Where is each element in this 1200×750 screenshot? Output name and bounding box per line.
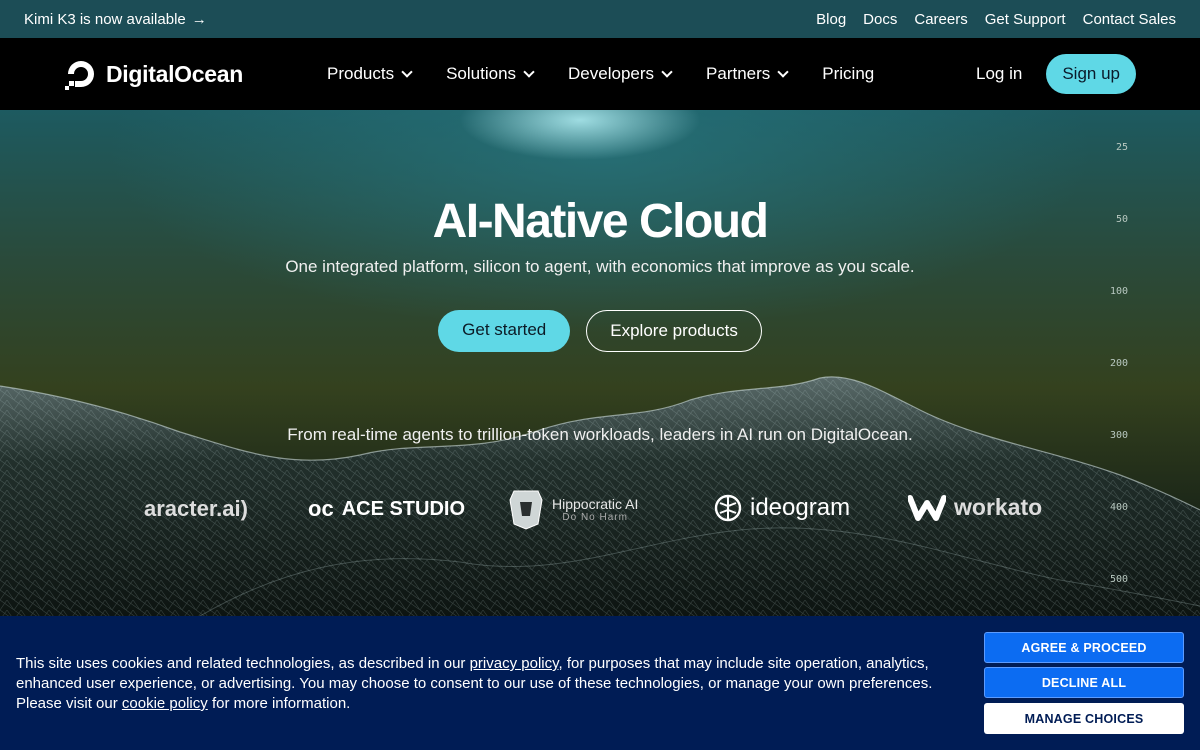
explore-products-button[interactable]: Explore products bbox=[586, 310, 762, 352]
nav-menu: Products Solutions Developers Partners P… bbox=[327, 64, 874, 84]
get-started-button[interactable]: Get started bbox=[438, 310, 571, 352]
chevron-down-icon bbox=[401, 65, 413, 78]
nav-developers-label: Developers bbox=[568, 64, 655, 83]
workato-wordmark: workato bbox=[954, 494, 1043, 520]
cookie-text-part: This site uses cookies and related techn… bbox=[16, 655, 470, 672]
hippocratic-text-block: Hippocratic AI Do No Harm bbox=[552, 496, 638, 523]
announcement-text: Kimi K3 is now available bbox=[24, 10, 186, 28]
blog-link[interactable]: Blog bbox=[816, 11, 846, 28]
nav-actions: Log in Sign up bbox=[976, 54, 1136, 94]
workato-logo: workato bbox=[908, 494, 1042, 521]
ace-studio-wordmark: ACE STUDIO bbox=[341, 497, 466, 520]
mountain-mesh-graphic bbox=[0, 376, 1200, 616]
character-ai-logo: aracter.ai) bbox=[144, 496, 248, 522]
cookie-text: This site uses cookies and related techn… bbox=[16, 654, 936, 714]
cookie-policy-link[interactable]: cookie policy bbox=[122, 695, 208, 712]
ideogram-logo: ideogram bbox=[714, 494, 850, 522]
nav-products-label: Products bbox=[327, 64, 395, 83]
docs-link[interactable]: Docs bbox=[863, 11, 897, 28]
cookie-text-part: for more information. bbox=[207, 695, 351, 712]
chevron-down-icon bbox=[661, 65, 673, 78]
contact-sales-link[interactable]: Contact Sales bbox=[1083, 11, 1176, 28]
announcement-link[interactable]: Kimi K3 is now available → bbox=[24, 11, 207, 28]
decline-all-button[interactable]: DECLINE ALL bbox=[984, 667, 1184, 698]
arrow-right-icon: → bbox=[191, 10, 207, 28]
nav-partners[interactable]: Partners bbox=[706, 64, 789, 84]
nav-products[interactable]: Products bbox=[327, 64, 413, 84]
nav-partners-label: Partners bbox=[706, 64, 771, 83]
customer-logos: aracter.ai) oc ACE STUDIO Hippocratic AI… bbox=[0, 486, 1200, 536]
nav-pricing-label: Pricing bbox=[822, 64, 875, 83]
scale-label: 500 bbox=[1109, 574, 1128, 585]
character-ai-wordmark: aracter.ai) bbox=[144, 496, 248, 521]
ace-studio-logo: oc ACE STUDIO bbox=[308, 496, 465, 522]
logo-text: DigitalOcean bbox=[106, 60, 243, 87]
ideogram-brain-icon bbox=[714, 494, 742, 522]
leaders-text: From real-time agents to trillion-token … bbox=[287, 425, 913, 444]
nav-solutions[interactable]: Solutions bbox=[446, 64, 535, 84]
announcement-bar: Kimi K3 is now available → Blog Docs Car… bbox=[0, 0, 1200, 38]
hippocratic-shield-icon bbox=[509, 490, 543, 530]
main-nav: DigitalOcean Products Solutions Develope… bbox=[0, 38, 1200, 110]
hippocratic-wordmark: Hippocratic AI bbox=[552, 495, 639, 512]
scale-label: 100 bbox=[1109, 286, 1128, 297]
digitalocean-logo-icon bbox=[65, 61, 94, 90]
hero-title: AI-Native Cloud bbox=[432, 195, 769, 248]
chevron-down-icon bbox=[777, 65, 789, 78]
ace-studio-mark-icon: oc bbox=[308, 496, 334, 521]
workato-w-icon bbox=[908, 494, 946, 521]
careers-link[interactable]: Careers bbox=[914, 11, 967, 28]
hero-section: 25 50 100 200 300 400 500 AI-Native Clou… bbox=[0, 110, 1200, 616]
scale-label: 200 bbox=[1109, 358, 1128, 369]
manage-choices-button[interactable]: MANAGE CHOICES bbox=[984, 703, 1184, 734]
privacy-policy-link[interactable]: privacy policy bbox=[470, 655, 559, 672]
agree-proceed-button[interactable]: AGREE & PROCEED bbox=[984, 632, 1184, 663]
scale-label: 25 bbox=[1115, 142, 1128, 153]
nav-pricing[interactable]: Pricing bbox=[822, 64, 874, 84]
hippocratic-ai-logo: Hippocratic AI Do No Harm bbox=[508, 488, 638, 530]
hero-cta-group: Get started Explore products bbox=[0, 310, 1200, 352]
hippocratic-tagline: Do No Harm bbox=[562, 511, 628, 523]
utility-links: Blog Docs Careers Get Support Contact Sa… bbox=[816, 11, 1176, 28]
get-support-link[interactable]: Get Support bbox=[985, 11, 1066, 28]
cookie-banner: This site uses cookies and related techn… bbox=[0, 616, 1200, 750]
signup-button[interactable]: Sign up bbox=[1046, 54, 1136, 94]
nav-solutions-label: Solutions bbox=[446, 64, 517, 83]
login-link[interactable]: Log in bbox=[976, 64, 1022, 84]
nav-developers[interactable]: Developers bbox=[568, 64, 673, 84]
hero-subtitle: One integrated platform, silicon to agen… bbox=[285, 257, 915, 276]
logo[interactable]: DigitalOcean bbox=[64, 57, 294, 91]
chevron-down-icon bbox=[523, 65, 535, 78]
ideogram-wordmark: ideogram bbox=[750, 494, 851, 521]
